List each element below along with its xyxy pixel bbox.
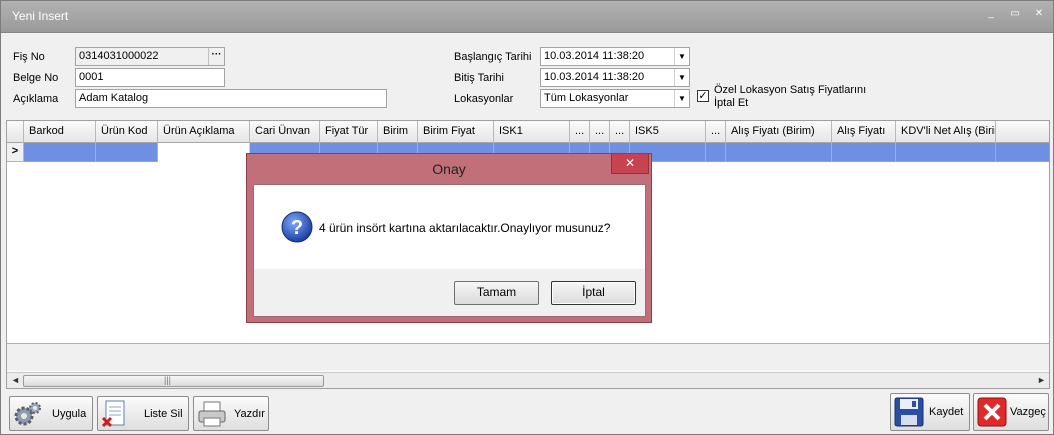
column-header[interactable]: Ürün Açıklama (158, 121, 250, 143)
fis-no-field[interactable]: 0314031000022 ··· (75, 47, 225, 66)
title-bar: Yeni Insert _ ▭ ✕ (1, 1, 1053, 33)
checkmark-icon: ✓ (698, 90, 708, 102)
question-icon: ? (281, 211, 313, 243)
grid-footer (7, 343, 1049, 371)
column-header[interactable] (7, 121, 24, 143)
column-header[interactable]: Birim Fiyat (418, 121, 494, 143)
grid-cell[interactable] (96, 143, 158, 162)
column-header[interactable]: Alış Fiyatı (832, 121, 896, 143)
checkbox-label-line1: Özel Lokasyon Satış Fiyatlarını (714, 84, 867, 96)
column-header[interactable]: ISK5 (630, 121, 706, 143)
dialog-message-area: ? 4 ürün insört kartına aktarılacaktır.O… (254, 185, 645, 269)
iptal-lokasyon-checkbox[interactable]: ✓ (697, 90, 709, 102)
dialog-body: ? 4 ürün insört kartına aktarılacaktır.O… (253, 184, 646, 317)
scroll-grip-icon: ||| (164, 375, 172, 385)
minimize-button[interactable]: _ (983, 8, 999, 22)
grid-cell[interactable] (726, 143, 832, 162)
checkbox-label-line2: İptal Et (714, 97, 749, 109)
column-header[interactable]: Alış Fiyatı (Birim) (726, 121, 832, 143)
column-header[interactable]: ... (570, 121, 590, 143)
grid-header: Barkod Ürün Kod Ürün Açıklama Cari Ünvan Fiy… (7, 121, 1049, 143)
baslangic-date-field[interactable]: 10.03.2014 11:38:20 ▼ (540, 47, 690, 66)
save-icon (894, 397, 924, 427)
window-title: Yeni Insert (12, 9, 69, 23)
tamam-button[interactable]: Tamam (454, 281, 539, 305)
yazdir-label: Yazdır (234, 408, 265, 420)
column-header[interactable]: ... (610, 121, 630, 143)
column-header[interactable]: Ürün Kod (96, 121, 158, 143)
column-header[interactable]: Fiyat Tür (320, 121, 378, 143)
kaydet-button[interactable]: Kaydet (890, 393, 970, 431)
dialog-message: 4 ürün insört kartına aktarılacaktır.Ona… (319, 221, 611, 235)
confirm-dialog: Onay ✕ ? 4 ürün insört kartına aktarılac… (246, 153, 652, 323)
belge-no-label: Belge No (13, 72, 59, 84)
chevron-down-icon[interactable]: ▼ (674, 90, 689, 107)
uygula-button[interactable]: Uygula (9, 396, 93, 431)
liste-sil-button[interactable]: Liste Sil (97, 396, 189, 431)
grid-cell[interactable] (158, 143, 250, 162)
lokasyon-select[interactable]: Tüm Lokasyonlar ▼ (540, 89, 690, 108)
bitis-date-field[interactable]: 10.03.2014 11:38:20 ▼ (540, 68, 690, 87)
baslangic-label: Başlangıç Tarihi (454, 51, 532, 63)
bitis-value: 10.03.2014 11:38:20 (544, 71, 645, 83)
column-header[interactable]: Birim (378, 121, 418, 143)
grid-cell[interactable] (896, 143, 996, 162)
dialog-close-button[interactable]: ✕ (611, 154, 649, 174)
aciklama-label: Açıklama (13, 93, 59, 105)
column-header[interactable]: ISK1 (494, 121, 570, 143)
grid-cell[interactable] (706, 143, 726, 162)
delete-list-icon (101, 400, 125, 428)
chevron-down-icon[interactable]: ▼ (674, 48, 689, 65)
bitis-label: Bitiş Tarihi (454, 72, 504, 84)
row-indicator: > (7, 143, 24, 162)
column-header[interactable]: Barkod (24, 121, 96, 143)
scroll-thumb[interactable]: ||| (23, 375, 324, 387)
belge-no-value: 0001 (79, 71, 104, 83)
close-button[interactable]: ✕ (1031, 8, 1047, 22)
main-window: Yeni Insert _ ▭ ✕ Fiş No 0314031000022 ·… (0, 0, 1054, 435)
grid-cell[interactable] (832, 143, 896, 162)
vazgec-label: Vazgeç (1010, 406, 1046, 418)
column-header[interactable]: ... (706, 121, 726, 143)
cancel-icon (977, 397, 1007, 427)
printer-icon (198, 401, 226, 427)
iptal-button[interactable]: İptal (551, 281, 636, 305)
yazdir-button[interactable]: Yazdır (193, 396, 269, 431)
restore-button[interactable]: ▭ (1007, 8, 1023, 22)
fis-no-value: 0314031000022 (79, 50, 159, 62)
scroll-right-icon[interactable]: ► (1037, 375, 1046, 385)
aciklama-field[interactable]: Adam Katalog (75, 89, 387, 108)
column-header[interactable]: KDV'li Net Alış (Birim) (896, 121, 996, 143)
dialog-title: Onay (432, 161, 466, 177)
baslangic-value: 10.03.2014 11:38:20 (544, 50, 645, 62)
fis-no-label: Fiş No (13, 51, 45, 63)
liste-sil-label: Liste Sil (144, 408, 183, 420)
lokasyon-label: Lokasyonlar (454, 93, 514, 105)
vazgec-button[interactable]: Vazgeç (973, 393, 1049, 431)
grid-cell[interactable] (24, 143, 96, 162)
svg-text:?: ? (291, 217, 303, 239)
lokasyon-value: Tüm Lokasyonlar (544, 92, 629, 104)
column-header[interactable]: ... (590, 121, 610, 143)
aciklama-value: Adam Katalog (79, 92, 149, 104)
chevron-down-icon[interactable]: ▼ (674, 69, 689, 86)
horizontal-scrollbar[interactable]: ◄ ||| ► (7, 372, 1049, 388)
belge-no-field[interactable]: 0001 (75, 68, 225, 87)
uygula-label: Uygula (52, 408, 87, 420)
column-header[interactable]: Cari Ünvan (250, 121, 320, 143)
fis-no-browse-button[interactable]: ··· (208, 48, 224, 65)
scroll-left-icon[interactable]: ◄ (11, 375, 20, 385)
kaydet-label: Kaydet (929, 406, 964, 418)
gears-icon (14, 402, 41, 426)
